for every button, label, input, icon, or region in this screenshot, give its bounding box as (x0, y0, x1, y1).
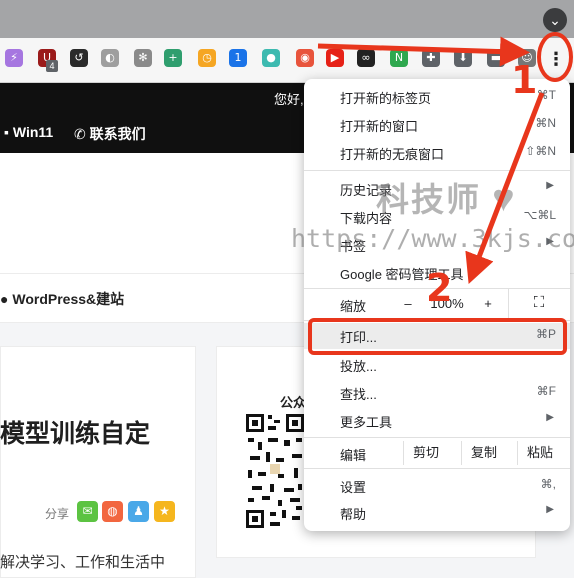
menu-item-cast[interactable]: 投放... (304, 352, 570, 378)
step-1-label: 1 (511, 58, 538, 102)
fullscreen-icon[interactable]: ⛶ (530, 294, 548, 311)
cat-ext-icon[interactable]: ● (262, 49, 280, 67)
swoosh-ext-icon[interactable]: ↺ (70, 49, 88, 67)
record-ext-icon[interactable]: ◉ (296, 49, 314, 67)
qr-label: 公众 (280, 395, 307, 410)
n-ext-icon[interactable]: N (390, 49, 408, 67)
weibo-icon[interactable]: ◍ (102, 501, 123, 522)
leaf-ext-icon[interactable]: ◐ (101, 49, 119, 67)
submenu-arrow-icon: ▶ (546, 504, 554, 515)
paste-button[interactable]: 粘贴 (517, 441, 562, 465)
chevron-down-icon: ⌄ (549, 12, 561, 28)
nav-item-win11[interactable]: ▪ Win11 (4, 124, 53, 140)
menu-item-downloads-shortcut: ⌥⌘L (523, 208, 556, 222)
windows-icon: ▪ (4, 124, 9, 140)
menu-item-new-window[interactable]: 打开新的窗口 ⌘N (304, 112, 570, 138)
plus-ext-icon[interactable]: + (164, 49, 182, 67)
folder-ext-icon[interactable]: ▬ (487, 49, 505, 67)
menu-item-new-window-shortcut: ⌘N (535, 116, 556, 130)
qr-code-image (244, 412, 306, 530)
cut-button[interactable]: 剪切 (403, 441, 448, 465)
menu-item-find-shortcut: ⌘F (536, 384, 556, 398)
copy-button[interactable]: 复制 (461, 441, 506, 465)
watermark-url: https://www.3kjs.com (291, 224, 574, 253)
menu-item-new-tab-label: 打开新的标签页 (340, 91, 432, 106)
nav-item-win11-label: Win11 (12, 124, 54, 140)
submenu-arrow-icon: ▶ (546, 180, 554, 191)
watermark-title-text: 科技师 (376, 181, 481, 218)
qzone-icon[interactable]: ★ (154, 501, 175, 522)
browser-titlebar (0, 0, 574, 38)
menu-item-more-tools[interactable]: 更多工具 ▶ (304, 408, 570, 434)
heart-icon: ♥ (492, 178, 517, 220)
circle-bullet-icon: ● (0, 291, 9, 307)
menu-item-cast-label: 投放... (340, 359, 377, 374)
glasses-ext-icon[interactable]: ∞ (357, 49, 375, 67)
kebab-menu-icon[interactable]: ⋮ (545, 48, 567, 70)
article-title[interactable]: 模型训练自定 (0, 414, 150, 450)
zoom-label: 缩放 (340, 299, 367, 314)
download-ext-icon[interactable]: ⬇ (454, 49, 472, 67)
puzzle-ext-icon[interactable]: ✚ (422, 49, 440, 67)
breadcrumb[interactable]: ● WordPress&建站 (0, 289, 124, 309)
youtube-ext-icon[interactable]: ▶ (326, 49, 344, 67)
menu-divider (304, 170, 570, 171)
article-snippet: 解决学习、工作和生活中 (0, 554, 166, 571)
phone-icon: ✆ (74, 126, 86, 142)
menu-item-more-tools-label: 更多工具 (340, 415, 393, 430)
article-card (0, 346, 196, 578)
menu-item-new-incognito-label: 打开新的无痕窗口 (340, 147, 445, 162)
menu-item-new-tab-shortcut: ⌘T (536, 88, 556, 102)
watermark-title: 科技师 ♥ (376, 173, 517, 221)
submenu-arrow-icon: ▶ (546, 412, 554, 423)
tab-search-chevron-button[interactable]: ⌄ (543, 8, 567, 32)
edit-label: 编辑 (340, 448, 367, 463)
menu-item-help-label: 帮助 (340, 507, 367, 522)
clock-ext-icon[interactable]: ◷ (198, 49, 216, 67)
gear-ext-icon[interactable]: ✻ (134, 49, 152, 67)
menu-item-new-window-label: 打开新的窗口 (340, 119, 419, 134)
onepassword-ext-icon[interactable]: 1 (229, 49, 247, 67)
zoom-out-button[interactable]: – (400, 296, 416, 311)
zoom-separator (508, 289, 509, 320)
menu-item-settings[interactable]: 设置 ⌘, (304, 473, 570, 499)
nav-item-contact-label: 联系我们 (89, 126, 146, 142)
breadcrumb-label: WordPress&建站 (12, 291, 125, 307)
lightning-ext-icon[interactable]: ⚡ (5, 49, 23, 67)
share-label: 分享 (45, 507, 70, 521)
menu-item-find-label: 查找... (340, 387, 377, 402)
menu-item-new-incognito-shortcut: ⇧⌘N (525, 144, 556, 158)
step-2-label: 2 (426, 266, 453, 310)
greeting-text: 您好, (274, 92, 304, 107)
extension-count-badge: 4 (46, 60, 58, 72)
print-highlight-box (308, 318, 567, 355)
qq-icon[interactable]: ♟ (128, 501, 149, 522)
menu-item-new-incognito[interactable]: 打开新的无痕窗口 ⇧⌘N (304, 140, 570, 166)
menu-item-help[interactable]: 帮助 ▶ (304, 500, 570, 526)
menu-divider (304, 437, 570, 438)
menu-item-settings-label: 设置 (340, 480, 367, 495)
menu-item-settings-shortcut: ⌘, (540, 477, 556, 491)
menu-item-find[interactable]: 查找... ⌘F (304, 380, 570, 406)
nav-item-contact[interactable]: ✆ 联系我们 (74, 124, 146, 144)
wechat-icon[interactable]: ✉ (77, 501, 98, 522)
zoom-in-button[interactable]: + (480, 296, 496, 311)
menu-divider (304, 468, 570, 469)
